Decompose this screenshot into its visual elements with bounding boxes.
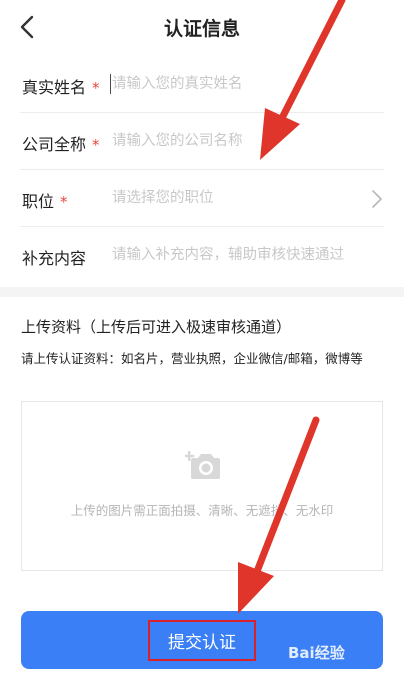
upload-section-title: 上传资料（上传后可进入极速审核通道） [21,318,292,336]
supplement-label: 补充内容 [22,249,87,268]
image-upload-area[interactable]: 上传的图片需正面拍摄、清晰、无遮挡、无水印 [21,401,383,571]
chevron-right-icon [372,190,382,208]
certification-form: 真实姓名* 公司全称* 职位* 补充内容 [0,56,404,284]
required-mark: * [60,193,68,211]
name-row: 真实姓名 * [20,56,384,113]
position-label: 职位 * [22,192,68,211]
upload-description: 请上传认证资料：如名片，营业执照，企业微信/邮箱，微博等 [21,351,363,366]
position-select[interactable] [112,187,374,209]
baidu-watermark: Bai经验 [288,644,345,662]
position-row[interactable]: 职位 * [20,170,384,227]
page: 认证信息 真实姓名* 公司全称* 职位* 补充内容 上传资料（上传后可进入极速审… [0,0,404,688]
camera-plus-icon [185,451,220,479]
upload-hint: 上传的图片需正面拍摄、清晰、无遮挡、无水印 [70,503,334,518]
text-cursor [110,74,111,94]
section-divider [0,287,404,297]
company-row: 公司全称 * [20,113,384,170]
header: 认证信息 [0,0,404,54]
required-mark: * [92,136,100,154]
page-title: 认证信息 [163,18,240,40]
real-name-input[interactable] [112,73,374,95]
supplement-row: 补充内容 [20,227,384,284]
name-label: 真实姓名 * [22,78,100,97]
required-mark: * [92,79,100,97]
submit-label: 提交认证 [148,619,256,661]
company-label: 公司全称 * [22,135,100,154]
company-name-input[interactable] [112,130,374,152]
supplement-input[interactable] [112,244,374,266]
